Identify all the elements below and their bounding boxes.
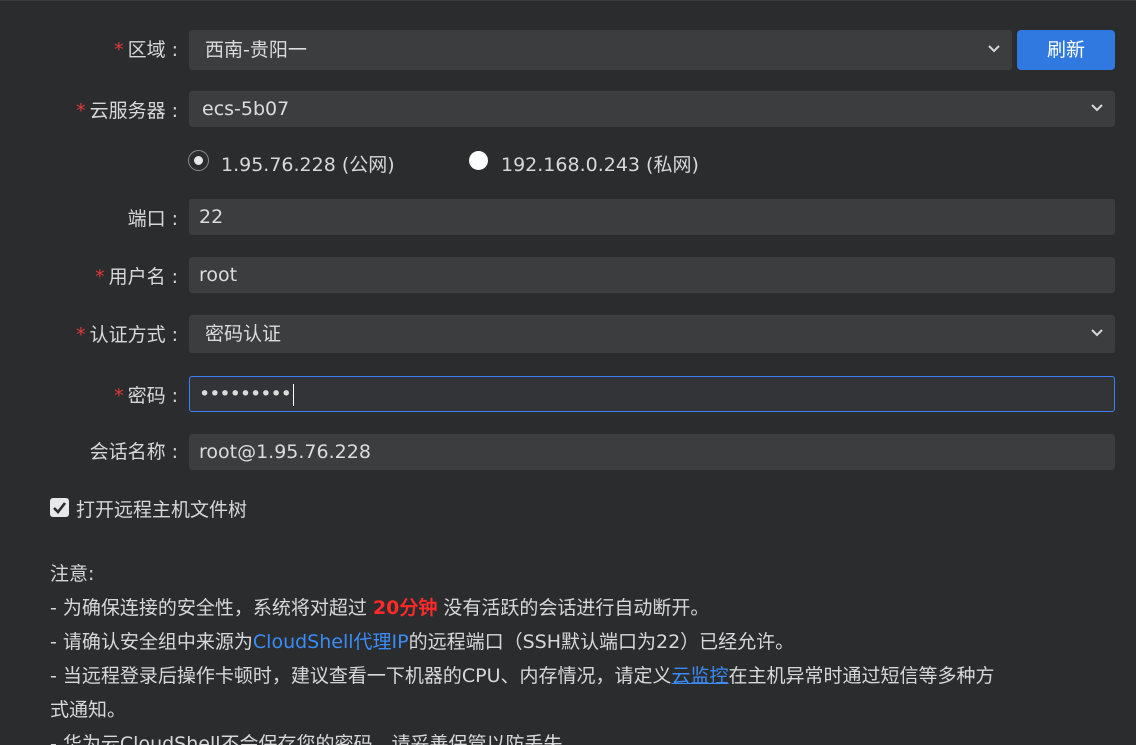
username-label: * 用户名: [95,266,178,288]
chevron-down-icon [988,45,1000,56]
password-value: ••••••••• [199,383,292,405]
note-line-4: - 华为云CloudShell不会保存您的密码，请妥善保管以防丢失。 [50,733,582,745]
username-input[interactable]: root [189,257,1115,293]
session-name-input[interactable]: root@1.95.76.228 [189,434,1115,470]
note-line-2: - 请确认安全组中来源为CloudShell代理IP的远程端口（SSH默认端口为… [50,631,795,653]
required-mark: * [76,100,86,122]
timeout-highlight: 20分钟 [372,597,438,619]
auth-select[interactable]: 密码认证 [189,315,1115,353]
chevron-down-icon [1091,104,1103,115]
notes-section: 注意: - 为确保连接的安全性，系统将对超过 20分钟 没有活跃的会话进行自动断… [50,557,1120,745]
auth-label: * 认证方式: [76,324,178,346]
server-select[interactable]: ecs-5b07 [189,91,1115,127]
notes-title: 注意: [50,563,95,585]
region-label: * 区域: [114,39,178,61]
note-line-3: - 当远程登录后操作卡顿时，建议查看一下机器的CPU、内存情况，请定义云监控在主… [50,665,995,687]
checkbox-checked-icon[interactable] [50,498,69,517]
open-file-tree-label: 打开远程主机文件树 [76,499,248,521]
session-label: 会话名称: [89,441,178,463]
port-input[interactable]: 22 [189,199,1115,235]
auth-value: 密码认证 [205,323,282,345]
password-input[interactable]: ••••••••• [189,376,1115,412]
note-line-3-cont: 式通知。 [50,699,127,721]
port-label: 端口: [127,208,178,230]
radio-selected-icon [189,151,208,170]
required-mark: * [114,39,124,61]
region-select[interactable]: 西南-贵阳一 [189,30,1012,70]
note-line-1: - 为确保连接的安全性，系统将对超过 20分钟 没有活跃的会话进行自动断开。 [50,597,710,619]
password-label: * 密码: [114,385,178,407]
cloudshell-proxy-ip-text: CloudShell代理IP [252,631,409,653]
connection-form-page: * 区域: 西南-贵阳一 刷新 * 云服务器: ecs-5b07 1.95.76.2… [0,0,1136,745]
cloud-monitor-link[interactable]: 云监控 [672,665,729,687]
required-mark: * [114,385,124,407]
server-label: * 云服务器: [76,100,178,122]
radio-unselected-icon [469,151,488,170]
region-value: 西南-贵阳一 [205,39,307,61]
server-value: ecs-5b07 [202,98,290,120]
chevron-down-icon [1091,329,1103,340]
required-mark: * [76,324,86,346]
text-cursor [292,383,294,406]
top-divider [0,0,1136,1]
required-mark: * [95,266,105,288]
refresh-button[interactable]: 刷新 [1017,30,1115,70]
